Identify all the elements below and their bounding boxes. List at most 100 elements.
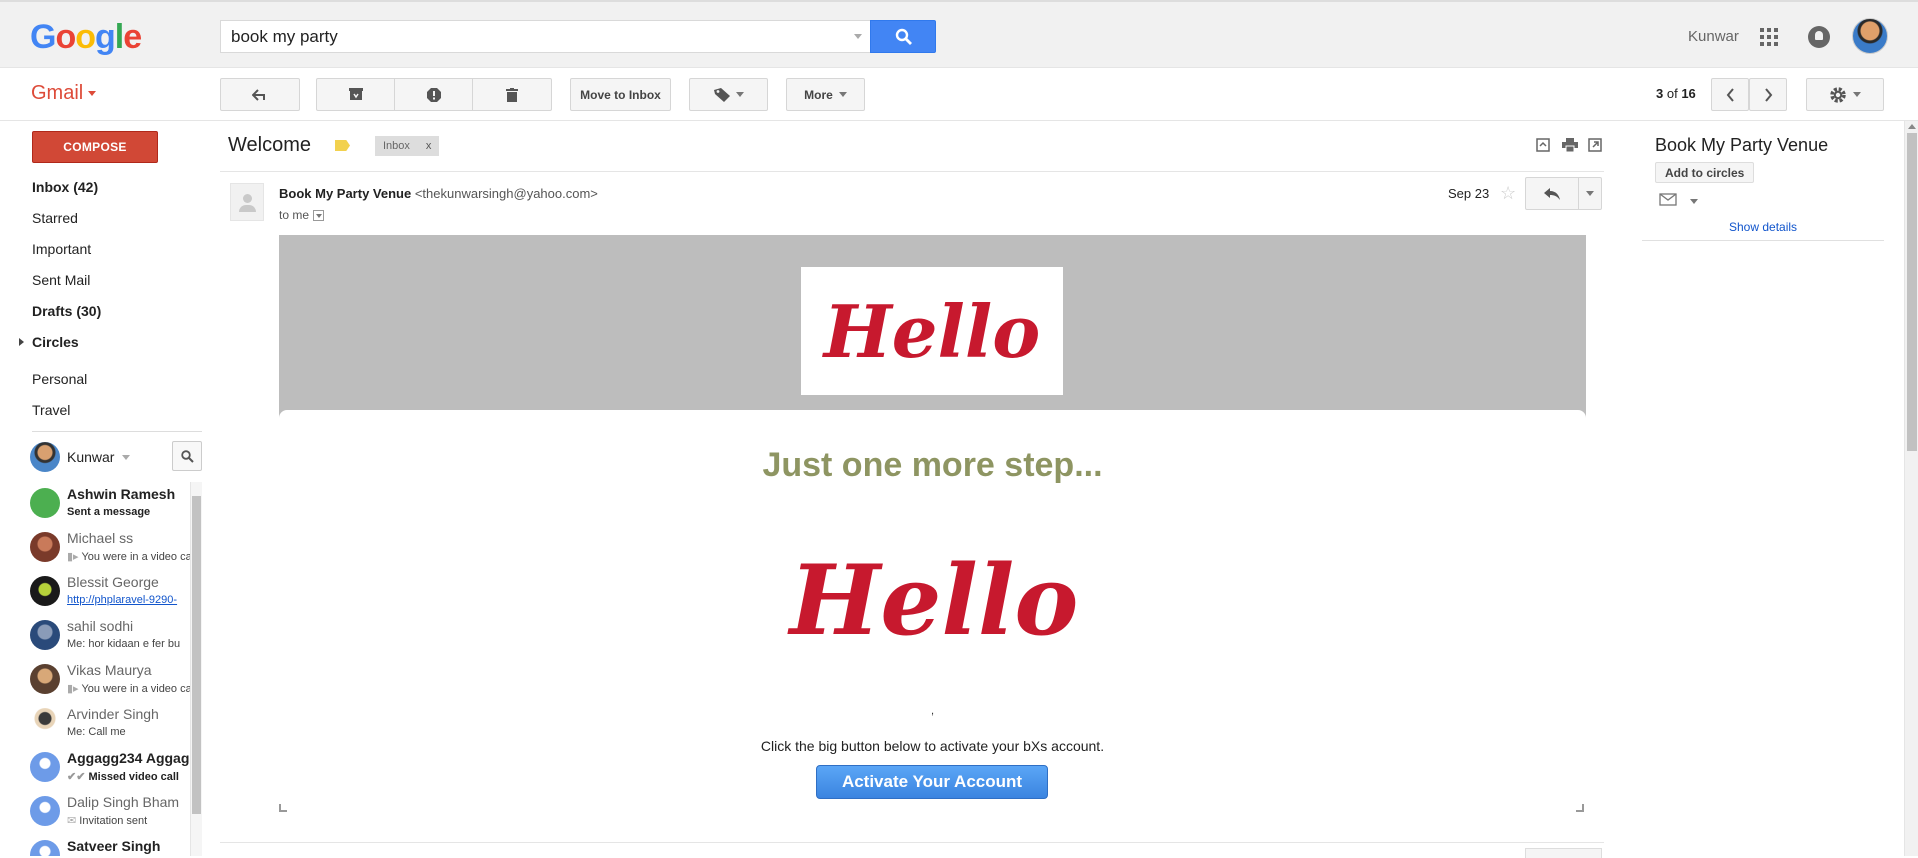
archive-button[interactable] [317, 79, 395, 110]
toolbar-divider [0, 120, 1918, 121]
chat-contact[interactable]: Michael ss ▮▸ You were in a video call [30, 526, 190, 570]
message-divider [220, 842, 1604, 843]
sidebar-item-starred[interactable]: Starred [32, 207, 202, 238]
importance-marker-icon[interactable] [335, 140, 350, 151]
main-scrollbar[interactable] [1904, 121, 1918, 856]
contact-status-link[interactable]: http://phplaravel-9290- [67, 594, 177, 606]
pager-total: 16 [1681, 86, 1696, 101]
scrollbar-thumb[interactable] [192, 496, 201, 814]
more-button[interactable]: More [786, 78, 865, 111]
print-icon[interactable] [1562, 138, 1578, 152]
scrollbar-thumb[interactable] [1907, 133, 1917, 451]
chat-search-button[interactable] [172, 441, 202, 471]
sidebar-item-drafts[interactable]: Drafts (30) [32, 300, 202, 331]
pager-of: of [1666, 86, 1678, 101]
reply-button[interactable] [1526, 178, 1579, 209]
remove-label-button[interactable]: x [426, 140, 432, 152]
chat-contact[interactable]: sahil sodhi Me: hor kidaan e fer bu [30, 614, 190, 658]
contact-status: ✔✔ Missed video call [67, 771, 179, 783]
chat-header: Kunwar [30, 441, 202, 473]
email-headline: Just one more step... [762, 446, 1103, 484]
google-logo[interactable]: Google [30, 18, 142, 57]
chevron-down-icon [1586, 191, 1594, 196]
move-to-inbox-button[interactable]: Move to Inbox [570, 78, 671, 111]
contact-name: Vikas Maurya [67, 662, 152, 678]
show-details-link[interactable]: Show details [1729, 220, 1797, 234]
more-actions-button[interactable] [1579, 178, 1601, 209]
chat-contact[interactable]: Blessit George http://phplaravel-9290- [30, 570, 190, 614]
email-separator-text: , [930, 705, 935, 717]
labels-button[interactable] [689, 78, 768, 111]
label-tag-icon [713, 87, 730, 102]
contact-name: Ashwin Ramesh [67, 486, 176, 502]
recipients: to me [279, 208, 325, 222]
inbox-label-text: Inbox [383, 140, 410, 152]
sidebar-item-personal[interactable]: Personal [32, 368, 202, 399]
newer-button[interactable] [1711, 78, 1749, 111]
spam-icon [426, 87, 441, 102]
message-date: Sep 23 [1448, 186, 1490, 201]
chat-self-avatar[interactable] [30, 442, 60, 472]
chevron-down-icon[interactable] [1690, 199, 1698, 204]
sidebar-item-travel[interactable]: Travel [32, 399, 202, 430]
sender: Book My Party Venue <thekunwarsingh@yaho… [279, 186, 598, 201]
inbox-label-chip[interactable]: Inbox x [375, 136, 440, 156]
gmail-menu[interactable]: Gmail [31, 82, 97, 105]
chat-self-name[interactable]: Kunwar [67, 449, 114, 465]
expand-all-icon[interactable] [1536, 138, 1550, 152]
avatar [30, 620, 60, 650]
avatar [30, 664, 60, 694]
show-details-caret-icon[interactable] [313, 210, 325, 221]
avatar [30, 752, 60, 782]
compose-button[interactable]: COMPOSE [32, 131, 158, 163]
star-icon[interactable]: ☆ [1500, 183, 1516, 204]
expand-triangle-icon[interactable] [19, 338, 24, 346]
delete-button[interactable] [473, 79, 551, 110]
chat-contact[interactable]: Satveer Singh [30, 834, 190, 856]
report-spam-button[interactable] [395, 79, 473, 110]
pager-current: 3 [1656, 86, 1664, 101]
chat-contact-list: Ashwin Ramesh Sent a message Michael ss … [30, 482, 190, 856]
chevron-down-icon[interactable] [122, 455, 130, 460]
settings-button[interactable] [1806, 78, 1884, 111]
back-button[interactable] [220, 78, 300, 111]
sidebar-divider [32, 431, 202, 432]
sidebar-item-circles[interactable]: Circles [19, 331, 202, 362]
notifications-bell-icon[interactable] [1808, 26, 1830, 48]
chat-contact[interactable]: Dalip Singh Bham ✉ Invitation sent [30, 790, 190, 834]
sidebar-item-inbox[interactable]: Inbox (42) [32, 176, 202, 207]
apps-grid-icon[interactable] [1760, 28, 1778, 46]
chat-contact[interactable]: Arvinder Singh Me: Call me [30, 702, 190, 746]
user-name[interactable]: Kunwar [1688, 28, 1739, 45]
chat-contact[interactable]: Aggagg234 Aggagg ✔✔ Missed video call [30, 746, 190, 790]
hello-image: Hello [790, 515, 1079, 685]
email-icon[interactable] [1659, 193, 1677, 206]
search-options-caret-icon[interactable] [854, 34, 862, 39]
contact-name: Arvinder Singh [67, 706, 159, 722]
sidebar-item-sent-mail[interactable]: Sent Mail [32, 269, 202, 300]
older-button[interactable] [1749, 78, 1787, 111]
gmail-label: Gmail [31, 82, 84, 104]
add-to-circles-button[interactable]: Add to circles [1655, 162, 1755, 183]
avatar [30, 708, 60, 738]
contact-status-text: You were in a video call [81, 551, 190, 563]
search-icon [895, 28, 912, 45]
chevron-down-icon [1853, 92, 1861, 97]
avatar [30, 840, 60, 856]
chat-contact[interactable]: Ashwin Ramesh Sent a message [30, 482, 190, 526]
sender-avatar[interactable] [230, 183, 264, 221]
activate-account-button[interactable]: Activate Your Account [816, 765, 1048, 799]
contact-name: Aggagg234 Aggagg [67, 750, 190, 766]
search-input[interactable] [221, 21, 870, 52]
reply-button-group[interactable] [1525, 848, 1602, 858]
contact-card-name[interactable]: Book My Party Venue [1655, 135, 1828, 156]
account-avatar[interactable] [1852, 18, 1888, 54]
search-button[interactable] [870, 20, 936, 53]
new-window-icon[interactable] [1588, 138, 1602, 152]
chat-contact[interactable]: Vikas Maurya ▮▸ You were in a video call [30, 658, 190, 702]
archive-icon [348, 88, 363, 100]
sender-name[interactable]: Book My Party Venue [279, 186, 411, 201]
scroll-up-arrow-icon[interactable] [1908, 124, 1916, 129]
chat-scrollbar[interactable] [190, 482, 202, 856]
sidebar-item-important[interactable]: Important [32, 238, 202, 269]
